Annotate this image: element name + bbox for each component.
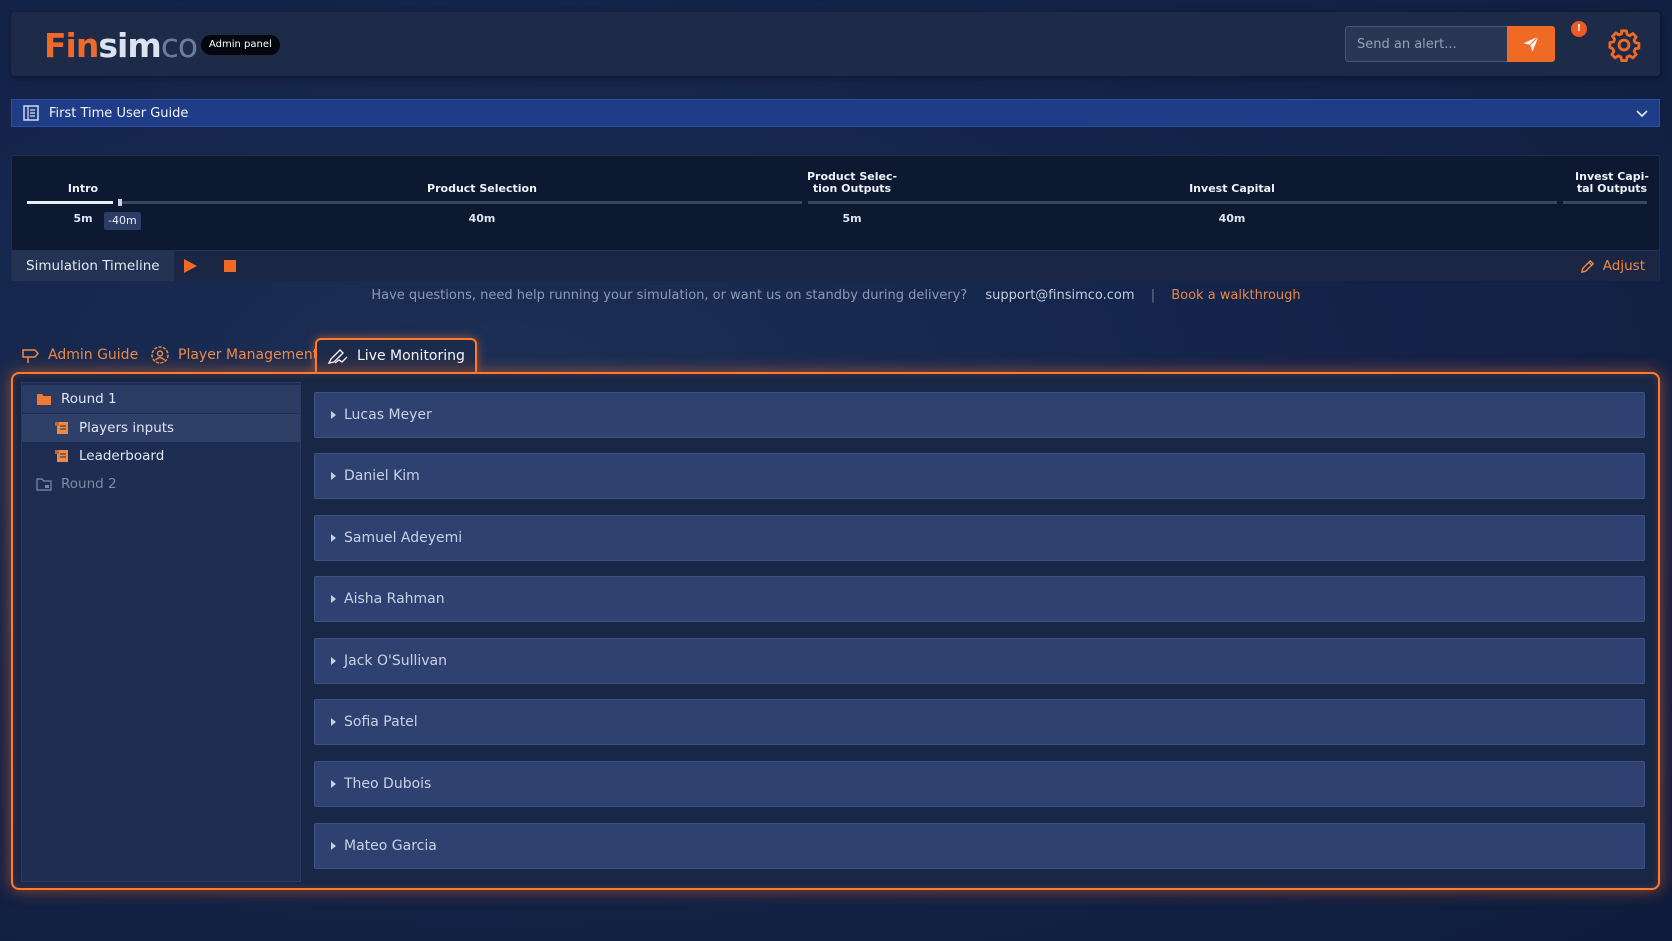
phase-invest-capital-label: Invest Capital — [1189, 182, 1275, 195]
phase-product-selection-outputs-bar[interactable] — [808, 201, 892, 204]
admin-panel-badge: Admin panel — [201, 35, 280, 55]
player-row[interactable]: Theo Dubois — [314, 761, 1645, 807]
paper-plane-icon — [1523, 36, 1539, 52]
logo-co: co — [160, 26, 198, 65]
player-row[interactable]: Lucas Meyer — [314, 392, 1645, 438]
scroll-icon — [55, 450, 68, 462]
guide-book-icon — [23, 105, 39, 121]
caret-right-icon — [331, 595, 336, 603]
tree-item-leaderboard[interactable]: Leaderboard — [22, 442, 300, 470]
simulation-timeline: Intro Product Selection Product Selec- t… — [11, 155, 1660, 281]
help-line: Have questions, need help running your s… — [0, 288, 1672, 303]
phase-product-selection-label: Product Selection — [427, 182, 537, 195]
top-header: Finsimco Admin panel ! — [11, 12, 1660, 76]
player-row[interactable]: Daniel Kim — [314, 453, 1645, 499]
tab-player-management[interactable]: Player Management — [150, 338, 318, 372]
phase-invest-capital-outputs-bar[interactable] — [1563, 201, 1647, 204]
player-name: Daniel Kim — [344, 468, 420, 484]
phase-invest-capital-outputs-label: Invest Capi- tal Outputs — [1575, 170, 1649, 195]
phase-product-selection-duration: 40m — [468, 212, 496, 225]
player-row[interactable]: Aisha Rahman — [314, 576, 1645, 622]
simulation-timeline-label: Simulation Timeline — [12, 251, 174, 281]
tab-live-monitoring-label: Live Monitoring — [357, 348, 465, 364]
phase-intro-label: Intro — [67, 182, 99, 195]
timeline-offset-marker: -40m — [104, 212, 141, 230]
phase-product-selection-bar[interactable] — [122, 201, 802, 204]
player-name: Jack O'Sullivan — [344, 653, 447, 669]
adjust-label: Adjust — [1602, 258, 1645, 274]
live-monitoring-panel: Round 1 Players inputs Leaderboard Round… — [11, 372, 1660, 890]
help-separator: | — [1150, 288, 1156, 303]
first-time-user-guide-bar[interactable]: First Time User Guide — [11, 99, 1660, 127]
caret-right-icon — [331, 657, 336, 665]
finsimco-logo[interactable]: Finsimco — [44, 26, 198, 65]
caret-right-icon — [331, 411, 336, 419]
support-email-link[interactable]: support@finsimco.com — [985, 288, 1134, 303]
player-row[interactable]: Mateo Garcia — [314, 823, 1645, 869]
tab-player-management-label: Player Management — [178, 347, 319, 363]
tree-item-label: Players inputs — [79, 420, 175, 436]
player-name: Aisha Rahman — [344, 591, 445, 607]
phase-invest-capital-bar[interactable] — [886, 201, 1557, 204]
round-tree: Round 1 Players inputs Leaderboard Round… — [21, 382, 301, 882]
player-name: Mateo Garcia — [344, 838, 437, 854]
send-alert-button[interactable] — [1507, 26, 1555, 62]
tab-admin-guide-label: Admin Guide — [48, 347, 139, 363]
phase-invest-capital-duration: 40m — [1218, 212, 1246, 225]
logo-sim: sim — [98, 26, 161, 65]
player-name: Sofia Patel — [344, 714, 418, 730]
tree-item-players-inputs[interactable]: Players inputs — [22, 414, 300, 442]
phase-intro-duration: 5m — [73, 212, 93, 225]
player-name: Theo Dubois — [344, 776, 432, 792]
pencil-icon — [1580, 259, 1594, 273]
player-name: Lucas Meyer — [344, 407, 432, 423]
scroll-icon — [55, 422, 68, 434]
alert-notification-badge[interactable]: ! — [1571, 21, 1587, 37]
timeline-controls: Simulation Timeline Adjust — [12, 250, 1659, 281]
tree-round-1-label: Round 1 — [61, 391, 117, 407]
play-icon[interactable] — [182, 258, 198, 274]
user-gear-icon — [151, 346, 169, 364]
tab-live-monitoring[interactable]: Live Monitoring — [315, 338, 477, 372]
tree-round-1[interactable]: Round 1 — [22, 385, 300, 413]
folder-open-icon — [37, 394, 51, 405]
logo-fin: Fin — [44, 26, 99, 65]
caret-right-icon — [331, 472, 336, 480]
phase-intro-bar[interactable] — [27, 201, 113, 204]
help-text: Have questions, need help running your s… — [371, 288, 968, 303]
player-row[interactable]: Sofia Patel — [314, 699, 1645, 745]
caret-right-icon — [331, 534, 336, 542]
gear-icon[interactable] — [1607, 28, 1641, 62]
book-walkthrough-link[interactable]: Book a walkthrough — [1171, 288, 1300, 303]
folder-locked-icon — [36, 478, 52, 491]
tree-round-2[interactable]: Round 2 — [22, 470, 300, 498]
send-alert-input[interactable] — [1345, 26, 1507, 62]
signpost-icon — [22, 349, 39, 363]
caret-right-icon — [331, 780, 336, 788]
adjust-button[interactable]: Adjust — [1580, 251, 1645, 281]
caret-right-icon — [331, 842, 336, 850]
player-row[interactable]: Samuel Adeyemi — [314, 515, 1645, 561]
caret-right-icon — [331, 718, 336, 726]
phase-product-selection-outputs-label: Product Selec- tion Outputs — [806, 170, 898, 195]
tree-round-2-label: Round 2 — [61, 476, 117, 492]
player-row[interactable]: Jack O'Sullivan — [314, 638, 1645, 684]
player-name: Samuel Adeyemi — [344, 530, 463, 546]
pen-chart-icon — [327, 349, 348, 364]
phase-product-selection-outputs-duration: 5m — [842, 212, 862, 225]
stop-icon[interactable] — [224, 260, 236, 272]
tab-admin-guide[interactable]: Admin Guide — [20, 338, 138, 372]
chevron-down-icon[interactable] — [1635, 106, 1649, 120]
tree-item-label: Leaderboard — [79, 448, 165, 464]
guide-label: First Time User Guide — [49, 105, 189, 121]
